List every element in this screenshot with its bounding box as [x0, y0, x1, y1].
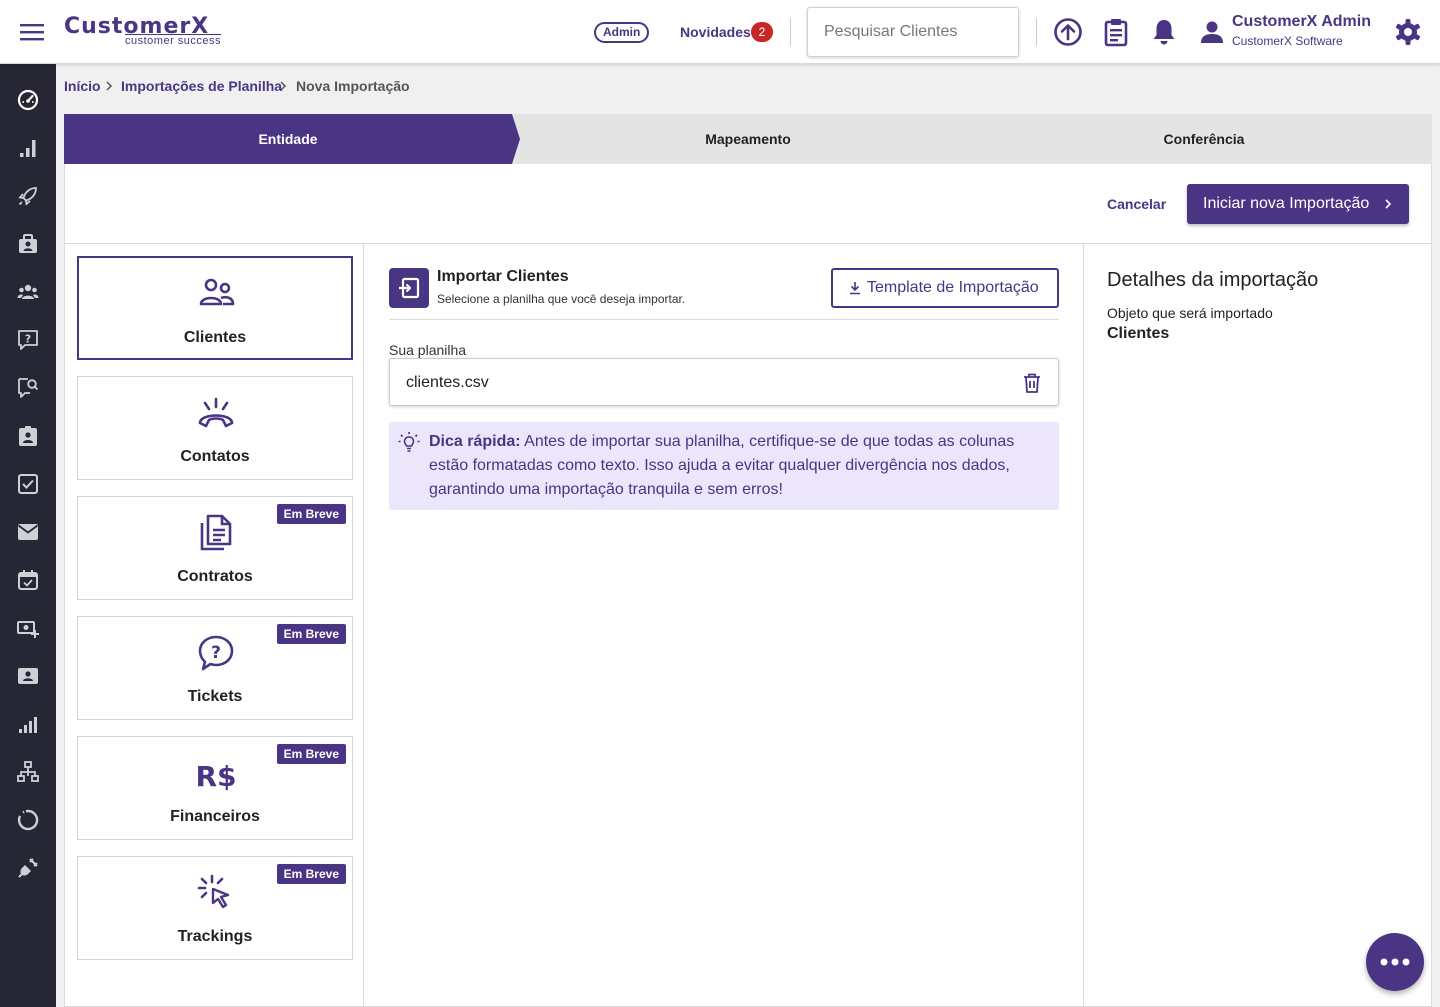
network-icon[interactable] — [16, 760, 40, 784]
breadcrumb-current: Nova Importação — [296, 78, 410, 94]
chevron-right-icon — [280, 81, 287, 91]
entity-list: Clientes Contatos Em Breve Contratos Em … — [65, 244, 364, 1007]
phone-ring-icon — [198, 397, 234, 428]
entity-card-clientes[interactable]: Clientes — [77, 256, 353, 360]
entity-label: Financeiros — [170, 808, 260, 825]
more-dots-icon — [1380, 958, 1410, 966]
step-entidade[interactable]: Entidade — [64, 130, 512, 148]
signal-chart-icon[interactable] — [16, 712, 40, 736]
svg-text:?: ? — [25, 333, 31, 346]
news-link[interactable]: Novidades — [680, 22, 751, 42]
currency-real-icon: R$ — [196, 760, 236, 793]
rocket-icon[interactable] — [16, 184, 40, 208]
cancel-button[interactable]: Cancelar — [1107, 194, 1166, 214]
bar-chart-icon[interactable] — [16, 136, 40, 160]
users-group-icon[interactable] — [16, 280, 40, 304]
entity-label: Tickets — [187, 688, 243, 705]
download-icon — [850, 282, 860, 295]
action-bar: Cancelar Iniciar nova Importação — [65, 164, 1431, 244]
coming-soon-badge: Em Breve — [276, 504, 346, 524]
role-badge: Admin — [594, 22, 650, 43]
start-import-button[interactable]: Iniciar nova Importação — [1187, 184, 1409, 224]
file-field-label: Sua planilha — [389, 342, 467, 358]
section-divider — [389, 319, 1059, 320]
people-icon — [199, 278, 235, 306]
entity-label: Trackings — [177, 928, 253, 945]
help-chat-icon[interactable]: ? — [16, 328, 40, 352]
spreadsheet-file-field[interactable]: clientes.csv — [389, 358, 1059, 406]
import-icon — [389, 268, 429, 308]
start-import-label: Iniciar nova Importação — [1203, 195, 1370, 212]
coming-soon-badge: Em Breve — [276, 744, 346, 764]
chevron-right-icon — [106, 81, 113, 91]
checkbox-icon[interactable] — [16, 472, 40, 496]
id-card-icon[interactable] — [16, 664, 40, 688]
coming-soon-badge: Em Breve — [276, 624, 346, 644]
import-stepper: Entidade Mapeamento Conferência — [64, 114, 1432, 164]
money-add-icon[interactable] — [16, 616, 40, 640]
chat-fab-button[interactable] — [1366, 933, 1424, 991]
entity-card-trackings[interactable]: Em Breve Trackings — [77, 856, 353, 960]
calendar-check-icon[interactable] — [16, 568, 40, 592]
user-name: CustomerX Admin — [1232, 13, 1371, 30]
lightbulb-icon — [398, 432, 420, 452]
user-avatar-icon — [1201, 21, 1223, 43]
top-bar: CustomerX customer success Admin Novidad… — [0, 0, 1440, 64]
details-column — [1083, 244, 1431, 1007]
details-title: Detalhes da importação — [1107, 269, 1319, 291]
breadcrumb-imports-link[interactable]: Importações de Planilha — [121, 76, 282, 96]
import-title: Importar Clientes — [437, 268, 569, 285]
menu-icon[interactable] — [18, 20, 46, 44]
clipboard-icon[interactable] — [1100, 16, 1132, 48]
entity-label: Clientes — [183, 329, 247, 346]
news-count-badge: 2 — [751, 22, 773, 42]
help-bubble-icon: ? — [198, 635, 234, 671]
svg-text:?: ? — [211, 643, 221, 663]
entity-card-tickets[interactable]: Em Breve ? Tickets — [77, 616, 353, 720]
sidebar: ? — [0, 64, 56, 1007]
divider — [790, 18, 791, 46]
quick-tip-text: Dica rápida: Antes de importar sua plani… — [429, 430, 1041, 502]
quick-tip: Dica rápida: Antes de importar sua plani… — [389, 422, 1059, 510]
file-name: clientes.csv — [406, 374, 489, 391]
details-object-label: Objeto que será importado — [1107, 305, 1273, 321]
import-subtitle: Selecione a planilha que você deseja imp… — [437, 292, 686, 306]
loop-icon[interactable] — [16, 808, 40, 832]
coming-soon-badge: Em Breve — [276, 864, 346, 884]
gear-icon[interactable] — [1392, 16, 1424, 48]
entity-card-contratos[interactable]: Em Breve Contratos — [77, 496, 353, 600]
user-organization: CustomerX Software — [1232, 34, 1343, 48]
entity-card-contatos[interactable]: Contatos — [77, 376, 353, 480]
bell-icon[interactable] — [1148, 16, 1180, 48]
search-chat-icon[interactable] — [16, 376, 40, 400]
svg-text:R$: R$ — [196, 760, 236, 793]
briefcase-icon[interactable] — [16, 232, 40, 256]
dashboard-gauge-icon[interactable] — [16, 88, 40, 112]
contact-badge-icon[interactable] — [16, 424, 40, 448]
breadcrumb-home-link[interactable]: Início — [64, 76, 101, 96]
import-panel: Cancelar Iniciar nova Importação Cliente… — [64, 164, 1432, 1007]
plug-icon[interactable] — [16, 856, 40, 880]
details-object-value: Clientes — [1107, 325, 1170, 342]
user-menu[interactable]: CustomerX Admin CustomerX Software — [1198, 12, 1378, 52]
upload-icon[interactable] — [1052, 16, 1084, 48]
download-template-label: Template de Importação — [867, 279, 1039, 296]
documents-icon — [200, 514, 232, 551]
entity-label: Contratos — [177, 568, 253, 585]
chevron-right-icon — [1385, 199, 1392, 209]
step-mapeamento[interactable]: Mapeamento — [520, 130, 976, 148]
download-template-button[interactable]: Template de Importação — [831, 268, 1059, 308]
quick-tip-title: Dica rápida: — [429, 433, 521, 450]
mail-icon[interactable] — [16, 520, 40, 544]
step-conferencia[interactable]: Conferência — [976, 130, 1432, 148]
logo[interactable]: CustomerX customer success — [64, 14, 234, 50]
entity-card-financeiros[interactable]: Em Breve R$ Financeiros — [77, 736, 353, 840]
trash-icon[interactable] — [1020, 371, 1044, 395]
logo-subtitle: customer success — [125, 34, 222, 47]
search-input[interactable] — [807, 7, 1019, 57]
divider — [1036, 18, 1037, 46]
entity-label: Contatos — [180, 448, 250, 465]
click-pointer-icon — [197, 874, 230, 909]
